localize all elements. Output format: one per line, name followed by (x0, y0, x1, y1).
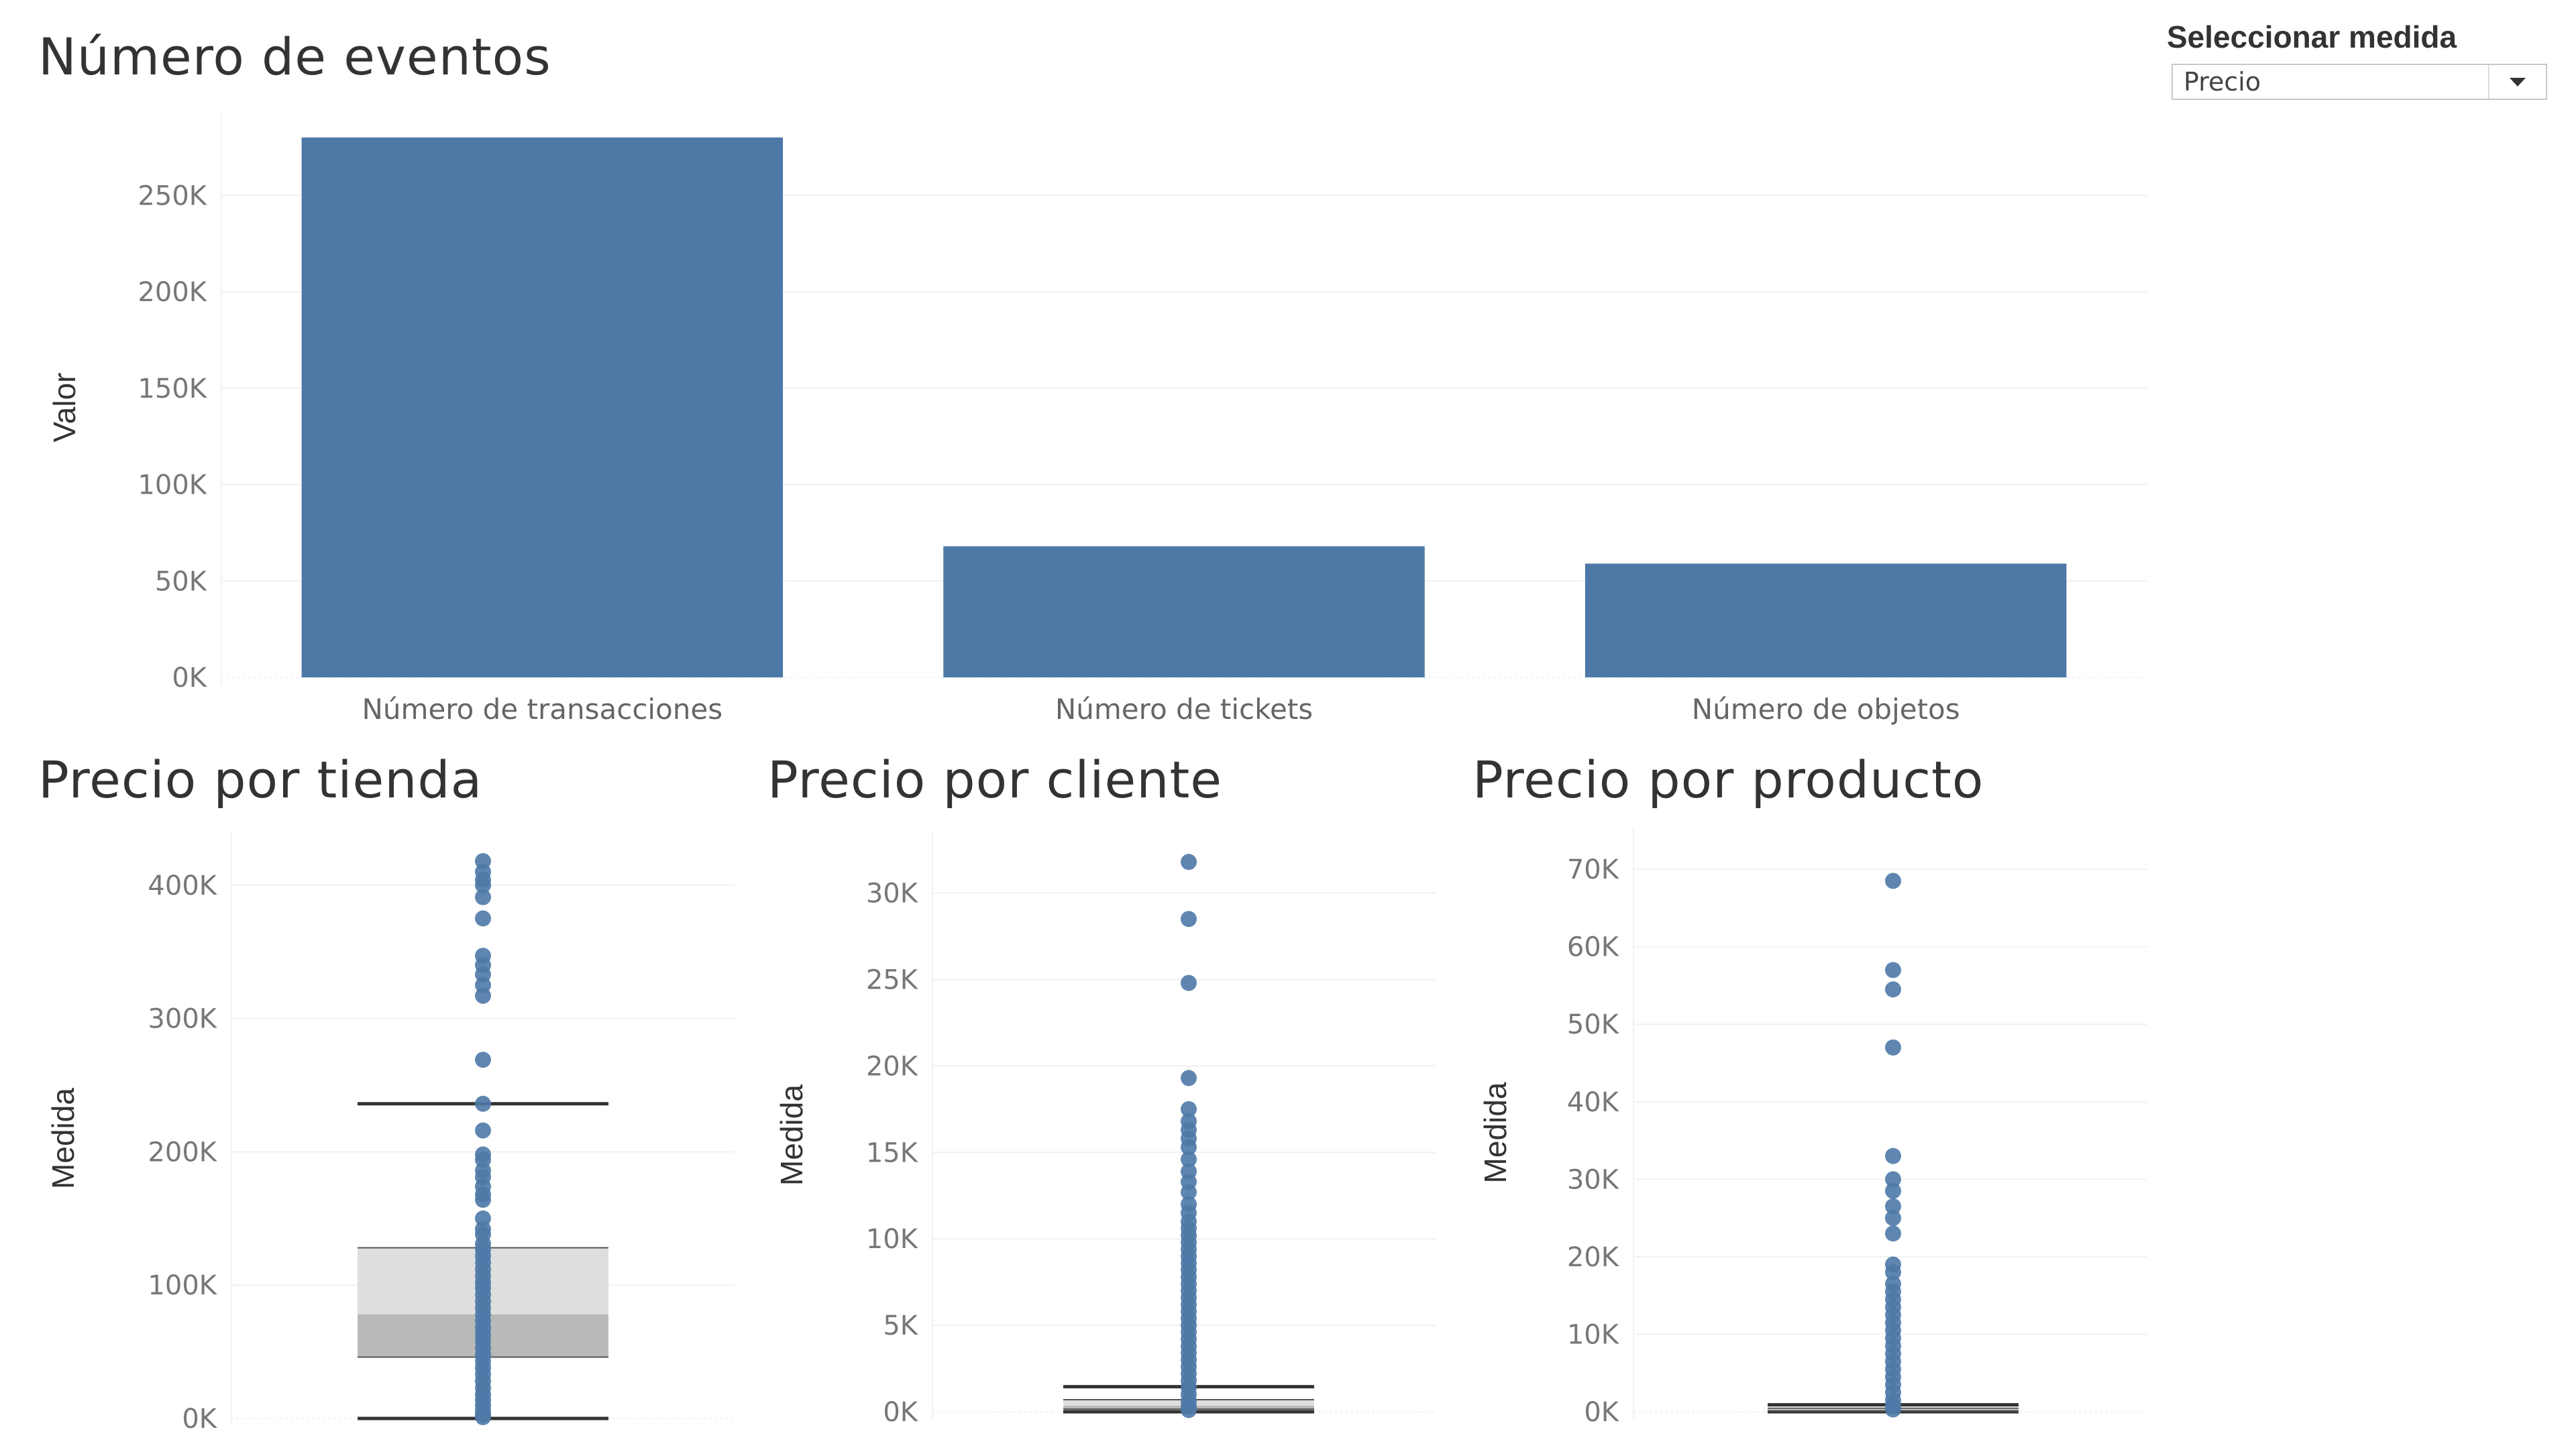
data-point (1885, 1039, 1901, 1056)
y-tick-label: 10K (866, 1224, 919, 1255)
data-point (1885, 1182, 1901, 1199)
data-point (1885, 1401, 1901, 1418)
y-tick-label: 40K (1567, 1087, 1620, 1118)
events-chart-title: Número de eventos (38, 27, 551, 87)
y-tick-label: 10K (1567, 1319, 1620, 1350)
price-by-client-boxplot: 0K 5K 10K 15K 20K 25K 30K Medida (774, 832, 1436, 1428)
measure-dropdown[interactable]: Precio (2171, 64, 2547, 100)
y-tick-label: 400K (148, 871, 217, 901)
data-point (475, 1191, 491, 1208)
chevron-down-icon (2510, 77, 2526, 87)
y-tick-label: 0K (172, 663, 207, 693)
y-tick-label: 0K (883, 1397, 918, 1428)
price-by-store-boxplot: 0K 100K 200K 300K 400K Medida (46, 832, 735, 1435)
data-point (475, 1409, 491, 1426)
y-axis-title: Medida (774, 1084, 809, 1186)
category-label: Número de tickets (1055, 693, 1313, 726)
bar (943, 546, 1425, 677)
y-tick-label: 50K (155, 566, 208, 597)
y-tick-label: 150K (138, 374, 207, 404)
data-point (1885, 981, 1901, 998)
data-point (1181, 1070, 1197, 1086)
dropdown-toggle[interactable] (2488, 65, 2546, 99)
category-label: Número de objetos (1692, 693, 1960, 726)
data-point (1885, 873, 1901, 889)
data-point (475, 987, 491, 1004)
bar (301, 137, 784, 677)
data-point (475, 910, 491, 927)
data-point (475, 1095, 491, 1112)
price-by-store-title: Precio por tienda (38, 750, 483, 809)
y-tick-label: 70K (1567, 854, 1620, 885)
measure-dropdown-value: Precio (2184, 67, 2261, 97)
y-tick-label: 200K (148, 1137, 217, 1168)
data-point (1181, 911, 1197, 928)
events-bar-chart: 0K 50K 100K 150K 200K 250K Valor Número de tran… (47, 111, 2147, 726)
y-tick-label: 30K (1567, 1164, 1620, 1195)
data-point (1885, 1225, 1901, 1242)
y-tick-label: 300K (148, 1004, 217, 1035)
y-tick-label: 20K (1567, 1242, 1620, 1273)
y-tick-label: 100K (138, 470, 207, 501)
data-point (475, 1122, 491, 1139)
data-point (1885, 962, 1901, 979)
y-tick-label: 0K (1584, 1397, 1619, 1428)
y-tick-label: 15K (866, 1137, 919, 1168)
data-point (475, 889, 491, 905)
y-tick-label: 200K (138, 277, 207, 308)
y-tick-label: 20K (866, 1051, 919, 1082)
y-tick-label: 100K (148, 1270, 217, 1301)
y-tick-label: 50K (1567, 1009, 1620, 1040)
y-axis-title: Valor (47, 373, 82, 443)
data-point (1885, 1210, 1901, 1227)
data-point (1181, 854, 1197, 871)
price-by-product-boxplot: 0K 10K 20K 30K 40K 50K 60K 70K Medida (1478, 827, 2147, 1428)
data-point (475, 1052, 491, 1068)
bar (1585, 563, 2067, 677)
data-point (1181, 1402, 1197, 1418)
measure-selector-label: Seleccionar medida (2167, 19, 2457, 54)
y-tick-label: 25K (866, 964, 919, 995)
y-axis-title: Medida (1478, 1082, 1513, 1183)
y-tick-label: 60K (1567, 932, 1620, 963)
price-by-client-title: Precio por cliente (767, 750, 1223, 809)
y-tick-label: 30K (866, 879, 919, 909)
y-tick-label: 0K (182, 1404, 217, 1435)
category-label: Número de transacciones (362, 693, 723, 726)
data-point (1885, 1148, 1901, 1164)
y-axis-title: Medida (46, 1088, 80, 1189)
y-tick-label: 5K (883, 1310, 918, 1341)
data-point (1181, 974, 1197, 991)
y-tick-label: 250K (138, 180, 207, 211)
price-by-product-title: Precio por producto (1472, 750, 1984, 809)
